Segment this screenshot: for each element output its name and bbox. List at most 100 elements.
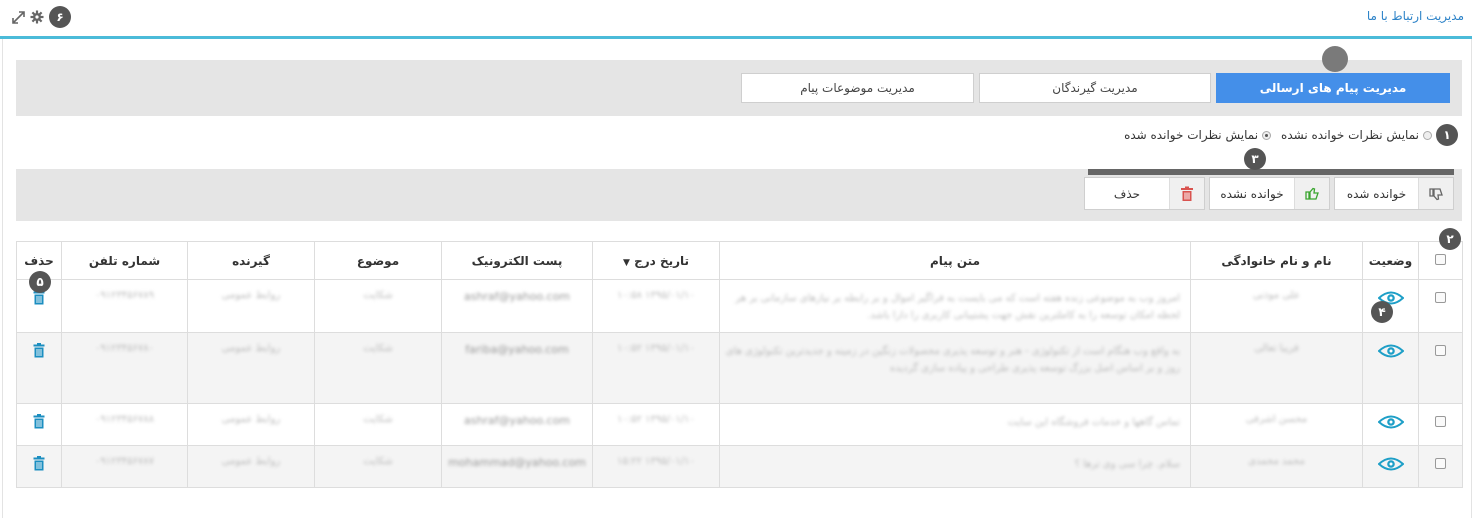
subject-text: شکایت: [363, 414, 393, 425]
phone-text: ۰۹۱۲۳۴۵۶۷۸۷: [94, 456, 155, 467]
subject-text: شکایت: [363, 343, 393, 354]
mark-read-button[interactable]: خوانده شده: [1334, 177, 1454, 210]
actions-topline: [1088, 169, 1454, 175]
page-title[interactable]: مدیریت ارتباط با ما: [1367, 9, 1464, 23]
thumbs-down-icon: [1418, 178, 1453, 209]
recipient-text: روابط عمومی: [221, 414, 281, 425]
unread-radio-label[interactable]: نمایش نظرات خوانده نشده: [1281, 128, 1419, 142]
table-row[interactable]: ۴ علی موذنی امروز وب به موضوعی زنده هفته…: [16, 271, 1463, 333]
name-text: محمد محمدی: [1248, 456, 1305, 467]
messages-table: ۲ وضعیت نام و نام خانوادگی متن پیام تاری…: [16, 228, 1463, 488]
eye-icon[interactable]: [1377, 457, 1404, 475]
message-text: تماس گاهها و خدمات فروشگاه این سایت: [1007, 417, 1180, 428]
message-header[interactable]: متن پیام: [719, 241, 1191, 280]
phone-cell: ۰۹۱۲۳۴۵۶۷۸۰: [61, 332, 188, 404]
message-cell: به واقع وب هنگام است از تکنولوژی - هنر و…: [719, 332, 1191, 404]
email-cell: mohammad@yahoo.com: [441, 445, 593, 488]
eye-icon[interactable]: [1377, 415, 1404, 433]
email-header[interactable]: پست الکترونیک: [441, 241, 593, 280]
table-row[interactable]: محمد محمدی سلام. چرا سی وی ترها ؟ ۱۳۹۵/۰…: [16, 445, 1463, 488]
read-radio-label[interactable]: نمایش نظرات خوانده شده: [1124, 128, 1258, 142]
step-badge-5: ۵: [29, 271, 51, 293]
row-checkbox[interactable]: [1435, 458, 1446, 469]
top-bar: مدیریت ارتباط با ما ۶: [0, 0, 1472, 39]
phone-header[interactable]: شماره تلفن: [61, 241, 188, 280]
eye-icon[interactable]: [1377, 344, 1404, 362]
name-text: فریبا تعالی: [1254, 343, 1299, 354]
date-cell: ۱۳۹۵/۰۱/۱۰ ۱۰:۵۲: [592, 403, 720, 446]
tab-recipients[interactable]: مدیریت گیرندگان: [979, 73, 1211, 103]
tab-subjects[interactable]: مدیریت موضوعات پیام: [741, 73, 974, 103]
window-controls: ۶: [12, 6, 71, 28]
message-cell: امروز وب به موضوعی زنده هفته است که می ب…: [719, 279, 1191, 333]
read-radio[interactable]: [1262, 130, 1272, 140]
date-cell: ۱۳۹۵/۰۱/۱۰ ۱۵:۲۲: [592, 445, 720, 488]
status-header[interactable]: وضعیت: [1362, 241, 1419, 280]
delete-row-icon[interactable]: [33, 343, 45, 361]
email-text: mohammad@yahoo.com: [448, 456, 586, 469]
select-all-checkbox[interactable]: [1435, 253, 1446, 265]
name-header[interactable]: نام و نام خانوادگی: [1190, 241, 1363, 280]
delete-cell: ۵: [16, 271, 62, 333]
phone-text: ۰۹۱۲۳۴۵۶۷۸۹: [94, 290, 155, 301]
recipient-header[interactable]: گیرنده: [187, 241, 315, 280]
recipient-cell: روابط عمومی: [187, 403, 315, 446]
step-badge-1: ۱: [1436, 124, 1458, 146]
name-cell: محمد محمدی: [1190, 445, 1363, 488]
phone-cell: ۰۹۱۲۳۴۵۶۷۸۹: [61, 279, 188, 333]
expand-icon[interactable]: [12, 10, 25, 24]
phone-text: ۰۹۱۲۳۴۵۶۷۸۰: [94, 343, 155, 354]
message-cell: سلام. چرا سی وی ترها ؟: [719, 445, 1191, 488]
date-header-label: تاریخ درج: [634, 253, 690, 268]
step-badge-2: ۲: [1439, 228, 1461, 250]
name-text: علی موذنی: [1253, 290, 1300, 301]
subject-cell: شکایت: [314, 279, 442, 333]
row-select-cell: [1418, 445, 1463, 488]
email-text: fariba@yahoo.com: [465, 343, 569, 356]
delete-selected-button[interactable]: حذف: [1084, 177, 1205, 210]
subject-header[interactable]: موضوع: [314, 241, 442, 280]
email-text: ashraf@yahoo.com: [463, 290, 571, 303]
name-text: محسن اشرفی: [1245, 414, 1308, 425]
date-header[interactable]: تاریخ درج ▼: [592, 241, 720, 280]
row-checkbox[interactable]: [1435, 345, 1446, 356]
recipient-cell: روابط عمومی: [187, 332, 315, 404]
unread-radio[interactable]: [1423, 130, 1432, 140]
table-row[interactable]: فریبا تعالی به واقع وب هنگام است از تکنو…: [16, 332, 1463, 404]
message-text: امروز وب به موضوعی زنده هفته است که می ب…: [735, 293, 1180, 321]
tab-sent-messages[interactable]: مدیریت پیام های ارسالی: [1216, 73, 1450, 103]
message-text: به واقع وب هنگام است از تکنولوژی - هنر و…: [725, 346, 1180, 374]
phone-cell: ۰۹۱۲۳۴۵۶۷۸۸: [61, 403, 188, 446]
message-cell: تماس گاهها و خدمات فروشگاه این سایت: [719, 403, 1191, 446]
delete-cell: [16, 332, 62, 404]
subject-cell: شکایت: [314, 403, 442, 446]
status-cell: [1362, 403, 1419, 446]
name-cell: محسن اشرفی: [1190, 403, 1363, 446]
row-checkbox[interactable]: [1435, 416, 1446, 427]
delete-row-icon[interactable]: [33, 290, 45, 308]
tabs-bar: مدیریت پیام های ارسالی مدیریت گیرندگان م…: [16, 60, 1462, 116]
mark-unread-button[interactable]: خوانده نشده: [1209, 177, 1330, 210]
mark-read-label: خوانده شده: [1346, 186, 1407, 201]
delete-row-icon[interactable]: [33, 414, 45, 432]
recipient-text: روابط عمومی: [221, 343, 281, 354]
email-cell: fariba@yahoo.com: [441, 332, 593, 404]
date-text: ۱۳۹۵/۰۱/۱۰ ۱۵:۲۲: [617, 456, 695, 467]
row-checkbox[interactable]: [1435, 292, 1446, 303]
sort-desc-icon: ▼: [622, 257, 630, 268]
delete-selected-label: حذف: [1113, 186, 1141, 201]
name-cell: فریبا تعالی: [1190, 332, 1363, 404]
delete-cell: [16, 403, 62, 446]
cursor-marker: [1322, 46, 1348, 72]
subject-text: شکایت: [363, 290, 393, 301]
phone-text: ۰۹۱۲۳۴۵۶۷۸۸: [94, 414, 155, 425]
email-text: ashraf@yahoo.com: [463, 414, 571, 427]
delete-row-icon[interactable]: [33, 456, 45, 474]
table-row[interactable]: محسن اشرفی تماس گاهها و خدمات فروشگاه ای…: [16, 403, 1463, 446]
gear-icon[interactable]: [30, 10, 44, 24]
phone-cell: ۰۹۱۲۳۴۵۶۷۸۷: [61, 445, 188, 488]
email-cell: ashraf@yahoo.com: [441, 279, 593, 333]
mark-unread-label: خوانده نشده: [1220, 186, 1284, 201]
date-text: ۱۳۹۵/۰۱/۱۰ ۱۰:۵۲: [617, 343, 695, 354]
status-cell: ۴: [1362, 279, 1419, 333]
